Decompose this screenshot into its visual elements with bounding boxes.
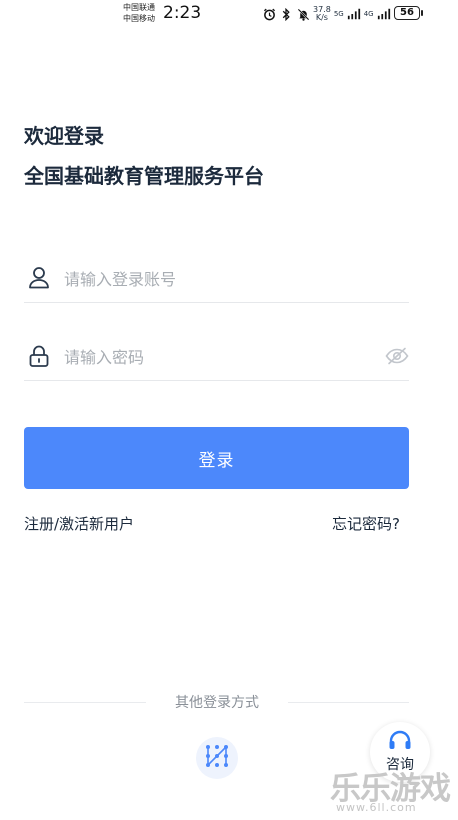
battery-tip — [421, 10, 423, 16]
net-type-1: 5G — [333, 10, 344, 18]
password-field — [24, 334, 409, 381]
eye-hidden-icon[interactable] — [385, 346, 409, 366]
alarm-icon — [262, 7, 276, 21]
welcome-title: 欢迎登录 — [24, 124, 104, 148]
pattern-lock-icon — [204, 743, 230, 773]
register-link[interactable]: 注册/激活新用户 — [24, 513, 134, 534]
watermark-url: www.6ll.com — [336, 801, 417, 814]
status-icons: 37.8 K/s 5G 4G — [262, 6, 391, 22]
carrier-1: 中国联通 — [123, 3, 155, 12]
password-input[interactable] — [62, 342, 366, 372]
forgot-password-link[interactable]: 忘记密码? — [332, 513, 400, 534]
user-icon — [28, 266, 50, 290]
watermark: 乐乐游戏 www.6ll.com — [330, 763, 456, 819]
headset-icon — [388, 730, 412, 756]
platform-title: 全国基础教育管理服务平台 — [24, 164, 264, 188]
battery-icon: 56 — [394, 6, 420, 20]
speed-unit: K/s — [315, 13, 328, 22]
net-type-2: 4G — [363, 10, 374, 18]
account-field — [24, 256, 409, 303]
carrier-info: 中国联通 中国移动 — [123, 2, 155, 24]
status-bar: 中国联通 中国移动 2:23 37.8 K/s 5G 4G 56 — [0, 0, 458, 28]
status-time: 2:23 — [163, 3, 202, 23]
carrier-2: 中国移动 — [123, 14, 155, 23]
bluetooth-icon — [279, 7, 293, 21]
lock-icon — [28, 344, 50, 368]
signal-icon — [347, 7, 361, 21]
pattern-login-button[interactable] — [196, 737, 238, 779]
account-input[interactable] — [62, 264, 366, 294]
mute-bell-icon — [296, 7, 310, 21]
network-speed: 37.8 K/s — [313, 6, 331, 22]
login-button[interactable]: 登录 — [24, 427, 409, 489]
other-login-label: 其他登录方式 — [175, 695, 259, 711]
signal-icon-2 — [377, 7, 391, 21]
